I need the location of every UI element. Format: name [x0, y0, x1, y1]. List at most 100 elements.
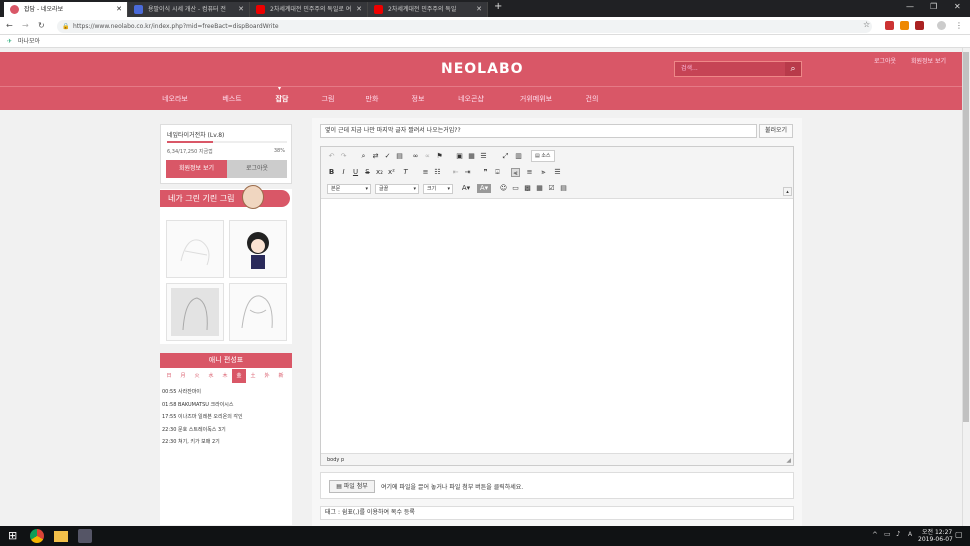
avatar[interactable] — [937, 21, 946, 30]
find-icon[interactable]: ⌕ — [359, 152, 368, 161]
file-explorer-icon[interactable] — [54, 531, 68, 542]
list-item[interactable]: 17:55 이나즈마 일레븐 오리온의 각인 — [162, 411, 290, 424]
size-select[interactable]: 크기 ▾ — [423, 184, 453, 194]
close-icon[interactable]: ✕ — [356, 2, 362, 17]
logout-button[interactable]: 로그아웃 — [227, 160, 287, 178]
gallery-thumbnail[interactable] — [166, 220, 224, 278]
anchor-icon[interactable]: ⚑ — [435, 152, 444, 161]
new-tab-button[interactable]: + — [494, 1, 502, 12]
logout-link[interactable]: 로그아웃 — [874, 56, 896, 65]
load-draft-button[interactable]: 불러오기 — [759, 124, 793, 138]
gallery-thumbnail[interactable] — [229, 283, 287, 341]
network-icon[interactable]: ▭ — [884, 530, 891, 538]
browser-tab[interactable]: 2차세계대전 민주주의 독일로 여 ✕ — [250, 2, 368, 17]
notification-icon[interactable]: ▢ — [955, 530, 963, 539]
align-center-icon[interactable]: ≡ — [525, 168, 534, 177]
collapse-toolbar-icon[interactable]: ▴ — [783, 187, 792, 196]
source-button[interactable]: ▤ 소스 — [531, 150, 555, 162]
nav-item[interactable]: 정보 — [398, 87, 438, 111]
gallery-thumbnail[interactable] — [166, 283, 224, 341]
search-icon[interactable]: ⌕ — [785, 62, 801, 76]
checkbox-icon[interactable]: ☑ — [547, 184, 556, 193]
forward-icon[interactable]: → — [22, 21, 29, 30]
bookmark-item[interactable]: 마나모아 — [18, 38, 40, 45]
image-embed-icon[interactable]: ▩ — [523, 184, 532, 193]
tag-input[interactable]: 태그 : 쉼표(,)를 이용하여 복수 등록 — [320, 506, 794, 520]
windows-start-icon[interactable]: ⊞ — [8, 529, 22, 543]
app-icon[interactable] — [78, 529, 92, 543]
search-input[interactable]: 검색... ⌕ — [674, 61, 802, 77]
align-right-icon[interactable]: ⫸ — [539, 168, 548, 177]
template-icon[interactable]: ▤ — [559, 184, 568, 193]
menu-icon[interactable]: ⋮ — [955, 21, 963, 30]
day-tab-active[interactable]: 金 — [232, 369, 246, 383]
gallery-icon[interactable]: ▦ — [535, 184, 544, 193]
member-info-link[interactable]: 회원정보 보기 — [911, 56, 946, 65]
replace-icon[interactable]: ⇄ — [371, 152, 380, 161]
nav-item-active[interactable]: 잡담 — [262, 87, 302, 111]
gallery-thumbnail[interactable] — [229, 220, 287, 278]
day-tab[interactable]: 月 — [176, 369, 190, 383]
day-tab[interactable]: 新 — [274, 369, 288, 383]
align-left-icon[interactable]: ⫷ — [511, 168, 520, 177]
nav-item[interactable]: 건의 — [572, 87, 612, 111]
numbered-list-icon[interactable]: ≡ — [421, 168, 430, 177]
bullet-list-icon[interactable]: ☷ — [433, 168, 442, 177]
close-icon[interactable]: ✕ — [476, 2, 482, 17]
nav-item[interactable]: 그림 — [308, 87, 348, 111]
taskbar-time[interactable]: 오전 12:27 — [922, 527, 952, 536]
paste-icon[interactable]: ▤ — [395, 152, 404, 161]
nav-item[interactable]: 네오곤샵 — [446, 87, 496, 111]
format-select[interactable]: 본문 ▾ — [327, 184, 371, 194]
nav-item[interactable]: 거위메위보 — [508, 87, 564, 111]
italic-icon[interactable]: I — [339, 168, 348, 177]
media-icon[interactable]: ▭ — [511, 184, 520, 193]
list-item[interactable]: 01:58 BAKUMATSU 크라이시스 — [162, 399, 290, 412]
list-item[interactable]: 00:55 사라잔마이 — [162, 386, 290, 399]
resize-handle-icon[interactable]: ◢ — [786, 457, 791, 464]
bookmark-star-icon[interactable]: ☆ — [863, 20, 870, 29]
browser-tab[interactable]: 잡담 - 네오라보 ✕ — [4, 2, 128, 17]
close-window-icon[interactable]: ✕ — [954, 2, 961, 11]
blockquote-icon[interactable]: ❞ — [481, 168, 490, 177]
day-tab[interactable]: 土 — [246, 369, 260, 383]
nav-item[interactable]: 만화 — [352, 87, 392, 111]
undo-icon[interactable]: ↶ — [327, 152, 336, 161]
maximize-icon[interactable]: ⤢ — [501, 152, 510, 161]
strike-icon[interactable]: S — [363, 168, 372, 177]
list-item[interactable]: 22:30 쳐기, 키가 보매 2기 — [162, 436, 290, 449]
extension-icon[interactable] — [900, 21, 909, 30]
chrome-icon[interactable] — [30, 529, 44, 543]
browser-tab[interactable]: 용팔이식 시세 개산 - 컴퓨터 전 ✕ — [128, 2, 250, 17]
scrollbar-thumb[interactable] — [963, 52, 969, 422]
outdent-icon[interactable]: ⇤ — [451, 168, 460, 177]
reload-icon[interactable]: ↻ — [38, 21, 45, 30]
attach-file-button[interactable]: ▤ 파일 첨부 — [329, 480, 375, 493]
extension-icon[interactable] — [915, 21, 924, 30]
superscript-icon[interactable]: x² — [387, 168, 396, 177]
maximize-icon[interactable]: ❐ — [930, 2, 937, 11]
redo-icon[interactable]: ↷ — [339, 152, 348, 161]
member-info-button[interactable]: 회원정보 보기 — [166, 160, 227, 178]
nav-item[interactable]: 네오라보 — [155, 87, 195, 111]
extension-icon[interactable] — [885, 21, 894, 30]
list-item[interactable]: 22:30 문호 스트레이독스 3기 — [162, 424, 290, 437]
nav-item[interactable]: 베스트 — [212, 87, 252, 111]
subscript-icon[interactable]: x₂ — [375, 168, 384, 177]
show-blocks-icon[interactable]: ▥ — [514, 152, 523, 161]
bold-icon[interactable]: B — [327, 168, 336, 177]
minimize-icon[interactable]: — — [906, 2, 914, 11]
day-tab[interactable]: 日 — [162, 369, 176, 383]
horizontal-rule-icon[interactable]: ☰ — [479, 152, 488, 161]
back-icon[interactable]: ← — [6, 21, 13, 30]
taskbar-date[interactable]: 2019-06-07 — [918, 536, 953, 543]
table-icon[interactable]: ▦ — [467, 152, 476, 161]
text-color-icon[interactable]: A▾ — [459, 184, 473, 193]
clear-format-icon[interactable]: T — [401, 168, 410, 177]
div-icon[interactable]: ⌹ — [493, 168, 502, 177]
editor-content-area[interactable] — [321, 200, 793, 453]
font-select[interactable]: 글꼴 ▾ — [375, 184, 419, 194]
background-color-icon[interactable]: A▾ — [477, 184, 491, 193]
link-icon[interactable]: ∞ — [411, 152, 420, 161]
day-tab[interactable]: 火 — [190, 369, 204, 383]
